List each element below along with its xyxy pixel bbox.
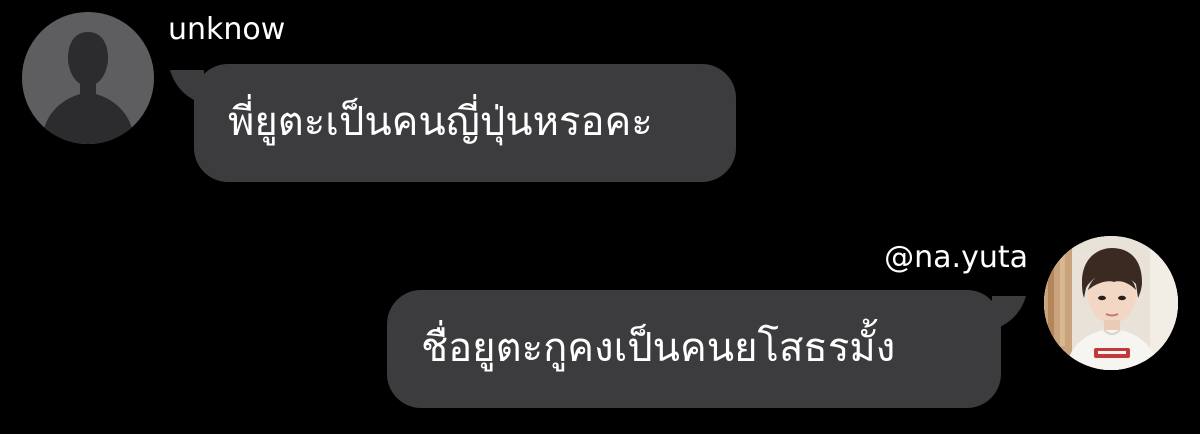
message-text: พี่ยูตะเป็นคนญี่ปุ่นหรอคะ — [228, 99, 653, 145]
default-person-icon — [22, 12, 154, 144]
unknown-user-avatar[interactable] — [22, 12, 154, 144]
profile-photo — [1044, 236, 1178, 370]
na-yuta-avatar[interactable] — [1044, 236, 1178, 370]
message-bubble-outgoing[interactable]: ชื่อยูตะกูคงเป็นคนยโสธรมั้ง — [387, 290, 1001, 408]
sender-name-unknow: unknow — [168, 12, 286, 47]
sender-name-na-yuta: @na.yuta — [884, 240, 1028, 275]
message-bubble-incoming[interactable]: พี่ยูตะเป็นคนญี่ปุ่นหรอคะ — [194, 64, 736, 182]
message-text: ชื่อยูตะกูคงเป็นคนยโสธรมั้ง — [421, 325, 896, 371]
